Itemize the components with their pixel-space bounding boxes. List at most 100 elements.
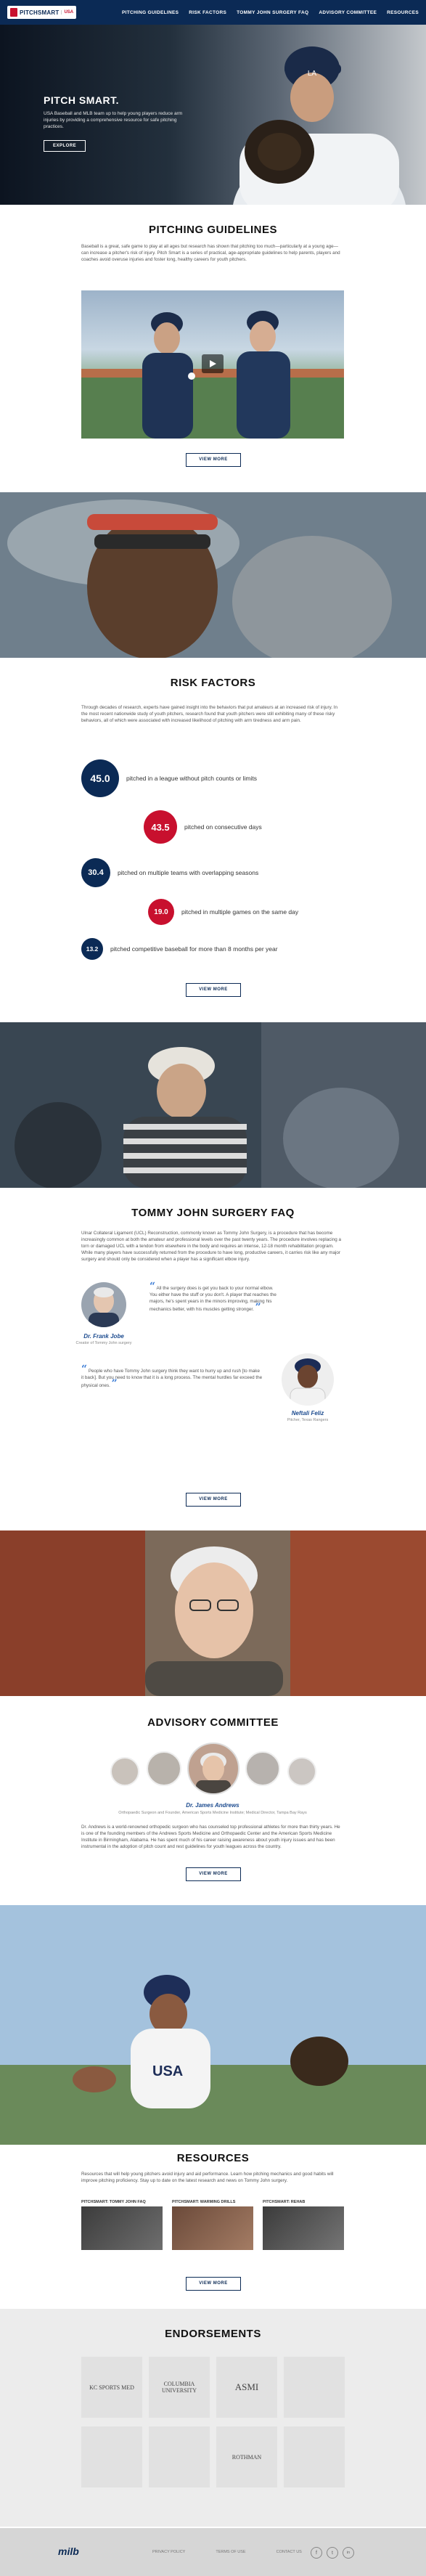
- resources-heading: RESOURCES: [176, 2152, 250, 2164]
- logo-text: PITCHSMART: [20, 9, 60, 16]
- endorser-logo[interactable]: [284, 2426, 345, 2487]
- resource-card-image: [172, 2206, 253, 2250]
- stat-value-badge: 30.4: [81, 858, 110, 887]
- frank-jobe-portrait: [89, 1287, 119, 1327]
- tj-faq-heading: TOMMY JOHN SURGERY FAQ: [131, 1207, 295, 1219]
- committee-member-avatar[interactable]: [245, 1751, 280, 1786]
- endorsements-section: ENDORSEMENTS KC SPORTS MED COLUMBIA UNIV…: [0, 2309, 426, 2527]
- resources-text: Resources that will help young pitchers …: [81, 2172, 334, 2183]
- frank-jobe-photo: [81, 1282, 126, 1327]
- hero-title: PITCH SMART.: [44, 94, 119, 106]
- nav-risk-factors[interactable]: RISK FACTORS: [189, 10, 226, 15]
- open-quote-icon: “: [81, 1364, 88, 1375]
- resource-card-image: [263, 2206, 344, 2250]
- nav-advisory-committee[interactable]: ADVISORY COMMITTEE: [319, 10, 377, 15]
- advisory-view-more-button[interactable]: VIEW MORE: [186, 1867, 241, 1881]
- nav-pitching-guidelines[interactable]: PITCHING GUIDELINES: [122, 10, 179, 15]
- nav-resources[interactable]: RESOURCES: [387, 10, 419, 15]
- resource-card-image: [81, 2206, 163, 2250]
- committee-member-avatar[interactable]: [287, 1757, 316, 1786]
- play-button[interactable]: [202, 354, 224, 373]
- quote-text: People who have Tommy John surgery think…: [81, 1369, 263, 1388]
- stat-label: pitched in a league without pitch counts…: [126, 775, 258, 782]
- tj-photo-band: [0, 1022, 426, 1188]
- stat-value-badge: 13.2: [81, 938, 103, 960]
- endorser-logo[interactable]: [81, 2426, 142, 2487]
- stat-value-badge: 45.0: [81, 759, 119, 797]
- close-quote-icon: ”: [111, 1378, 118, 1390]
- hero-section: LA PITCH SMART. USA Baseball and MLB tea…: [0, 25, 426, 205]
- open-quote-icon: “: [149, 1281, 156, 1292]
- top-nav: PITCHSMART USA PITCHING GUIDELINES RISK …: [0, 0, 426, 25]
- guidelines-video[interactable]: [81, 290, 344, 439]
- quote-neftali-feliz: “ People who have Tommy John surgery thi…: [81, 1364, 263, 1390]
- neftali-feliz-photo: [282, 1353, 334, 1406]
- facebook-icon[interactable]: f: [311, 2547, 322, 2559]
- advisory-text: Dr. Andrews is a world-renowned orthoped…: [81, 1825, 340, 1849]
- james-andrews-avatar[interactable]: [187, 1743, 239, 1795]
- risk-factors-heading: RISK FACTORS: [170, 677, 256, 689]
- committee-member-avatar[interactable]: [110, 1757, 139, 1786]
- pitchsmart-logo[interactable]: PITCHSMART USA: [7, 6, 77, 19]
- andrews-photo-band: [0, 1530, 426, 1696]
- endorser-logo[interactable]: [149, 2426, 210, 2487]
- twitter-icon[interactable]: t: [327, 2547, 338, 2559]
- resource-card[interactable]: PITCHSMART: WARMING DRILLS: [172, 2200, 253, 2250]
- guidelines-text: Baseball is a great, safe game to play a…: [81, 244, 340, 262]
- stat-label: pitched in multiple games on the same da…: [181, 908, 299, 916]
- guidelines-view-more-button[interactable]: VIEW MORE: [186, 453, 241, 467]
- stat-value-badge: 19.0: [148, 899, 174, 925]
- quote-frank-jobe: “ All the surgery does is get you back t…: [149, 1281, 280, 1313]
- resource-card[interactable]: PITCHSMART: TOMMY JOHN FAQ: [81, 2200, 163, 2250]
- neftali-feliz-title: Pitcher, Texas Rangers: [287, 1418, 329, 1422]
- guidelines-heading: PITCHING GUIDELINES: [148, 224, 277, 236]
- stat-row: 13.2 pitched competitive baseball for mo…: [81, 938, 278, 960]
- stat-row: 45.0 pitched in a league without pitch c…: [81, 759, 257, 797]
- stat-row: 43.5 pitched on consecutive days: [144, 810, 262, 844]
- neftali-feliz-portrait: [290, 1358, 326, 1406]
- stat-label: pitched on consecutive days: [184, 823, 262, 831]
- endorsements-heading: ENDORSEMENTS: [165, 2328, 261, 2340]
- stat-row: 19.0 pitched in multiple games on the sa…: [148, 899, 298, 925]
- hero-description: USA Baseball and MLB team up to help you…: [44, 111, 183, 129]
- resource-card-title: PITCHSMART: REHAB: [263, 2200, 306, 2204]
- endorser-logo[interactable]: [284, 2357, 345, 2418]
- milb-logo[interactable]: milb: [58, 2546, 79, 2557]
- stat-row: 30.4 pitched on multiple teams with over…: [81, 858, 258, 887]
- footer: milb PRIVACY POLICY TERMS OF USE CONTACT…: [0, 2528, 426, 2576]
- advisory-heading: ADVISORY COMMITTEE: [147, 1716, 279, 1729]
- svg-text:USA: USA: [152, 2063, 183, 2079]
- stat-label: pitched competitive baseball for more th…: [110, 945, 278, 953]
- nav-tommy-john-faq[interactable]: TOMMY JOHN SURGERY FAQ: [237, 10, 308, 15]
- james-andrews-photo: [0, 1530, 426, 1696]
- risk-factors-view-more-button[interactable]: VIEW MORE: [186, 983, 241, 997]
- resource-card[interactable]: PITCHSMART: REHAB: [263, 2200, 344, 2250]
- endorser-logo[interactable]: KC SPORTS MED: [81, 2357, 142, 2418]
- risk-factors-text: Through decades of research, experts hav…: [81, 705, 338, 723]
- logo-mark-icon: [10, 8, 17, 17]
- neftali-feliz-name: Neftali Feliz: [291, 1410, 324, 1417]
- footer-link-contact[interactable]: CONTACT US: [277, 2550, 302, 2554]
- logo-usa: USA: [61, 10, 73, 15]
- frank-jobe-title: Creator of Tommy John surgery: [75, 1341, 132, 1345]
- players-photo: [0, 1022, 426, 1188]
- resource-card-title: PITCHSMART: WARMING DRILLS: [172, 2200, 236, 2204]
- tj-faq-text: Ulnar Collateral Ligament (UCL) Reconstr…: [81, 1231, 341, 1262]
- endorser-logo[interactable]: COLUMBIA UNIVERSITY: [149, 2357, 210, 2418]
- close-quote-icon: ”: [255, 1302, 261, 1313]
- footer-link-privacy[interactable]: PRIVACY POLICY: [152, 2550, 185, 2554]
- endorser-logo[interactable]: ROTHMAN: [216, 2426, 277, 2487]
- committee-member-avatar[interactable]: [147, 1751, 181, 1786]
- tj-faq-view-more-button[interactable]: VIEW MORE: [186, 1493, 241, 1507]
- endorser-logo[interactable]: ASMI: [216, 2357, 277, 2418]
- resources-view-more-button[interactable]: VIEW MORE: [186, 2277, 241, 2291]
- advisory-member-role: Orthopaedic Surgeon and Founder, America…: [118, 1811, 307, 1815]
- young-pitcher-photo: USA: [0, 1905, 426, 2145]
- instagram-icon[interactable]: in: [343, 2547, 354, 2559]
- footer-link-terms[interactable]: TERMS OF USE: [216, 2550, 245, 2554]
- stat-label: pitched on multiple teams with overlappi…: [118, 869, 259, 876]
- explore-button[interactable]: EXPLORE: [44, 140, 86, 152]
- svg-text:LA: LA: [308, 70, 317, 78]
- james-andrews-avatar-portrait: [196, 1753, 231, 1793]
- play-icon: [210, 360, 216, 367]
